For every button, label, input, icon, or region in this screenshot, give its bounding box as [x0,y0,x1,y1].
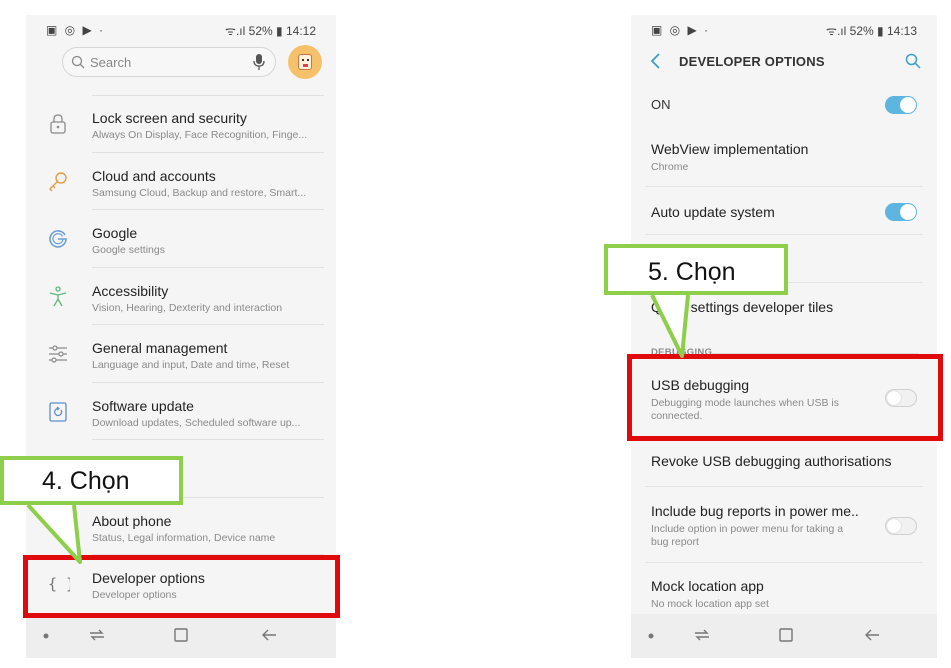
option-mock-location-app[interactable]: Mock location app No mock location app s… [631,563,937,613]
battery-level: 52% [248,23,273,38]
settings-item-software-update[interactable]: Software update Download updates, Schedu… [26,383,336,440]
key-icon [49,171,67,191]
navigation-bar [631,614,937,658]
settings-item-title: General management [92,340,228,356]
dot-icon[interactable] [647,632,655,640]
settings-item-subtitle: Google settings [92,244,165,256]
developer-options-screen: ▣ ◎ ▶ · ᯤ.ıl 52% ▮ 14:13 DEVELOPER OPTIO… [631,15,937,658]
back-icon[interactable] [863,626,881,644]
search-icon [71,55,85,69]
microphone-icon[interactable] [252,53,266,71]
settings-item-accessibility[interactable]: Accessibility Vision, Hearing, Dexterity… [26,268,336,325]
callout-step-4: 4. Chọn [0,456,183,505]
settings-item-subtitle: Always On Display, Face Recognition, Fin… [92,129,308,141]
option-title: Auto update system [651,204,775,220]
sliders-icon [49,345,67,363]
settings-item-title: Accessibility [92,282,169,299]
option-title: Include bug reports in power me.. [651,503,859,519]
signal-icon: ᯤ.ıl [826,23,847,38]
battery-icon: ▮ [276,23,283,38]
master-toggle[interactable] [885,96,917,114]
auto-update-toggle[interactable] [885,203,917,221]
option-webview-implementation[interactable]: WebView implementation Chrome [631,125,937,187]
settings-item-subtitle: Status, Legal information, Device name [92,531,276,544]
status-bar: ▣ ◎ ▶ · ᯤ.ıl 52% ▮ 14:12 [26,15,336,45]
bug-reports-toggle[interactable] [885,517,917,535]
search-icon[interactable] [905,53,921,69]
master-toggle-row[interactable]: ON [631,87,937,125]
settings-item-subtitle: Download updates, Scheduled software up.… [92,416,301,429]
option-revoke-usb-authorisations[interactable]: Revoke USB debugging authorisations [631,439,937,487]
option-title: Revoke USB debugging authorisations [651,453,892,469]
settings-item-google[interactable]: Google Google settings [26,210,336,268]
lock-icon [50,114,66,134]
option-title: Mock location app [651,578,764,594]
settings-item-subtitle: Samsung Cloud, Backup and restore, Smart… [92,186,307,199]
settings-item-title: About phone [92,512,172,529]
option-subtitle: No mock location app set [651,598,769,610]
status-bar: ▣ ◎ ▶ · ᯤ.ıl 52% ▮ 14:13 [631,15,937,45]
highlight-box-developer-options [23,555,340,618]
battery-icon: ▮ [877,23,884,38]
status-right: ᯤ.ıl 52% ▮ 14:12 [225,22,316,39]
recents-icon[interactable] [88,626,106,644]
page-title: DEVELOPER OPTIONS [679,54,825,69]
settings-item-subtitle: Language and input, Date and time, Reset [92,359,290,371]
battery-level: 52% [849,23,874,38]
option-title: WebView implementation [651,141,809,157]
settings-item-about-phone[interactable]: About phone Status, Legal information, D… [26,498,336,555]
recents-icon[interactable] [693,626,711,644]
status-right: ᯤ.ıl 52% ▮ 14:13 [826,22,917,39]
chevron-left-icon[interactable] [649,52,663,70]
settings-item-lock-screen[interactable]: Lock screen and security Always On Displ… [26,95,336,153]
master-toggle-label: ON [651,97,671,112]
clock: 14:12 [285,23,316,38]
update-icon [49,401,67,422]
app-bar: DEVELOPER OPTIONS [631,45,937,79]
settings-item-title: Google [92,225,138,241]
search-row: Search [26,45,336,95]
settings-item-title: Software update [92,397,194,414]
option-auto-update-system[interactable]: Auto update system [631,187,937,235]
option-subtitle: Include option in power menu for taking … [651,523,844,548]
settings-item-subtitle: Vision, Hearing, Dexterity and interacti… [92,301,283,314]
home-icon[interactable] [777,626,795,644]
home-icon[interactable] [172,626,190,644]
status-icons: ▣ ◎ ▶ · [651,23,711,37]
dot-icon[interactable] [42,632,50,640]
navigation-bar [26,614,336,658]
search-placeholder: Search [90,54,132,70]
settings-item-cloud-accounts[interactable]: Cloud and accounts Samsung Cloud, Backup… [26,153,336,210]
callout-text: 5. Chọn [648,258,736,286]
clock: 14:13 [886,23,917,38]
highlight-box-usb-debugging [627,354,943,441]
google-icon [49,230,67,248]
option-title: Quick settings developer tiles [651,299,834,315]
callout-text: 4. Chọn [42,467,130,495]
status-icons: ▣ ◎ ▶ · [46,23,106,37]
back-icon[interactable] [260,626,278,644]
settings-item-general-management[interactable]: General management Language and input, D… [26,325,336,383]
signal-icon: ᯤ.ıl [225,23,246,38]
avatar[interactable] [288,45,322,79]
settings-list: Lock screen and security Always On Displ… [26,95,336,613]
callout-step-5: 5. Chọn [604,244,788,295]
settings-item-title: Cloud and accounts [92,167,216,184]
option-subtitle: Chrome [651,161,689,173]
option-bug-reports-power-menu[interactable]: Include bug reports in power me.. Includ… [631,487,937,563]
accessibility-icon [49,285,67,306]
settings-item-title: Lock screen and security [92,110,247,126]
search-input[interactable]: Search [62,47,276,77]
